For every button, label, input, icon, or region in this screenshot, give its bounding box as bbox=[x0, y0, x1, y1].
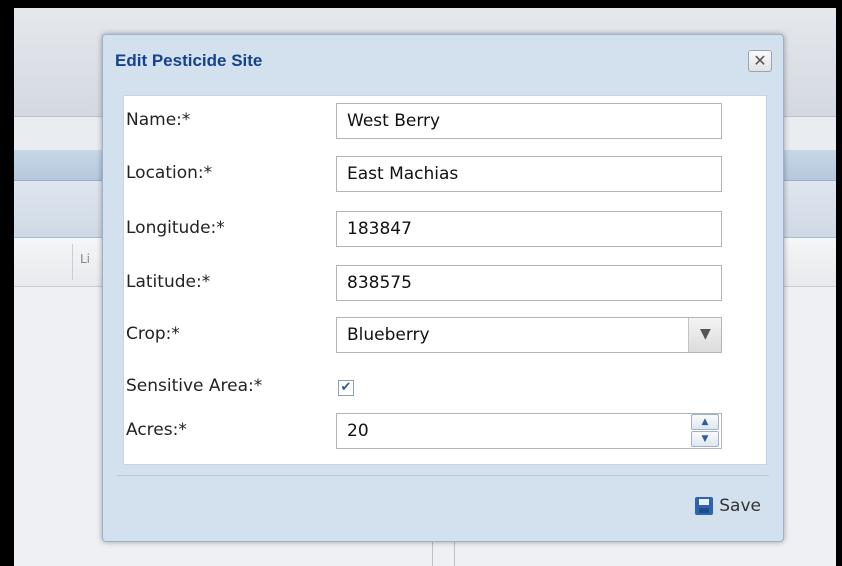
crop-row: Crop:* ▼ bbox=[124, 310, 766, 360]
edit-pesticide-site-dialog: Edit Pesticide Site ✕ Name:* Location:* … bbox=[102, 34, 784, 542]
screen-border bbox=[836, 0, 842, 566]
longitude-input[interactable] bbox=[336, 211, 722, 247]
dialog-header[interactable]: Edit Pesticide Site ✕ bbox=[103, 35, 783, 87]
name-input[interactable] bbox=[336, 103, 722, 139]
save-button[interactable]: Save bbox=[695, 492, 761, 520]
screen-border bbox=[0, 0, 14, 566]
latitude-row: Latitude:* bbox=[124, 258, 766, 308]
longitude-row: Longitude:* bbox=[124, 204, 766, 254]
location-row: Location:* bbox=[124, 149, 766, 199]
longitude-label: Longitude:* bbox=[126, 218, 225, 238]
form-body: Name:* Location:* Longitude:* Latitude:*… bbox=[123, 95, 767, 465]
name-label: Name:* bbox=[126, 110, 191, 130]
grid-column-label[interactable]: Li bbox=[80, 252, 90, 266]
spin-down-button[interactable]: ▼ bbox=[691, 431, 719, 447]
chevron-up-icon: ▲ bbox=[701, 417, 709, 427]
column-separator bbox=[72, 244, 73, 280]
sensitive-area-label: Sensitive Area:* bbox=[126, 376, 263, 396]
sensitive-area-row: Sensitive Area:* ✔ bbox=[124, 362, 766, 412]
crop-dropdown-trigger[interactable]: ▼ bbox=[688, 318, 721, 352]
spin-up-button[interactable]: ▲ bbox=[691, 414, 719, 430]
dialog-footer: Save bbox=[117, 475, 769, 528]
close-icon: ✕ bbox=[753, 51, 767, 70]
acres-spinner: ▲ ▼ bbox=[690, 414, 721, 448]
latitude-input[interactable] bbox=[336, 265, 722, 301]
screen-border bbox=[0, 0, 842, 8]
location-input[interactable] bbox=[336, 156, 722, 192]
crop-combobox[interactable] bbox=[336, 317, 722, 353]
acres-label: Acres:* bbox=[126, 420, 187, 440]
location-label: Location:* bbox=[126, 163, 213, 183]
floppy-disk-icon bbox=[695, 497, 714, 515]
close-button[interactable]: ✕ bbox=[748, 50, 772, 72]
crop-label: Crop:* bbox=[126, 324, 180, 344]
sensitive-area-checkbox[interactable]: ✔ bbox=[338, 380, 354, 396]
chevron-down-icon: ▼ bbox=[700, 326, 711, 342]
chevron-down-icon: ▼ bbox=[701, 434, 709, 444]
acres-input[interactable] bbox=[336, 413, 722, 449]
latitude-label: Latitude:* bbox=[126, 272, 211, 292]
dialog-title: Edit Pesticide Site bbox=[115, 51, 263, 70]
acres-row: Acres:* ▲ ▼ bbox=[124, 406, 766, 456]
name-row: Name:* bbox=[124, 96, 766, 146]
checkmark-icon: ✔ bbox=[340, 380, 352, 395]
save-button-label: Save bbox=[719, 496, 761, 516]
